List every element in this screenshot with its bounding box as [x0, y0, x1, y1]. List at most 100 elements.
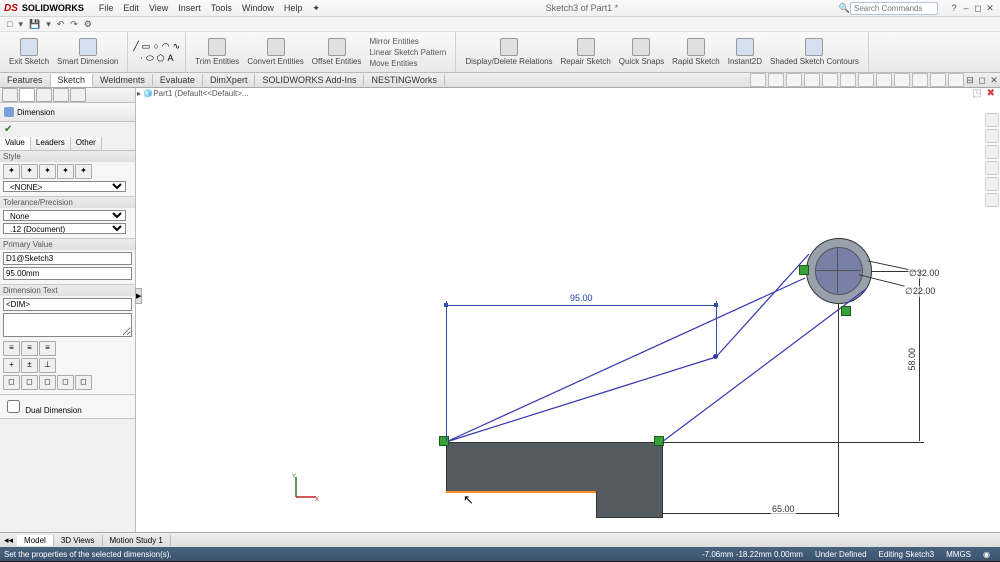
feature-tree-tab[interactable] — [2, 88, 18, 102]
line-tool[interactable]: ╱ — [133, 41, 138, 52]
display-relations-button[interactable]: Display/Delete Relations — [465, 38, 552, 66]
style-btn4[interactable]: ✦ — [57, 164, 74, 179]
style-btn2[interactable]: ✦ — [21, 164, 38, 179]
move-entities-button[interactable]: Move Entities — [369, 59, 446, 68]
vp-conf-icon[interactable]: ◳ — [972, 88, 981, 99]
relation-coincident-4[interactable] — [654, 436, 664, 446]
qa-open[interactable]: ▾ — [18, 19, 23, 30]
tab-evaluate[interactable]: Evaluate — [153, 74, 203, 86]
tp-library[interactable] — [985, 129, 999, 143]
config-tab[interactable] — [36, 88, 52, 102]
vt-fit[interactable] — [768, 73, 784, 87]
tol-precision-select[interactable]: .12 (Document) — [3, 223, 126, 234]
jc[interactable]: ≡ — [21, 341, 38, 356]
shaded-contours-button[interactable]: Shaded Sketch Contours — [770, 38, 859, 66]
repair-sketch-button[interactable]: Repair Sketch — [561, 38, 611, 66]
vt-more2[interactable] — [948, 73, 964, 87]
menu-view[interactable]: View — [149, 3, 168, 13]
vt-setting[interactable] — [912, 73, 928, 87]
relation-coincident-3[interactable] — [439, 436, 449, 446]
vt-more1[interactable] — [930, 73, 946, 87]
tp-props[interactable] — [985, 193, 999, 207]
close-icon[interactable]: ✕ — [985, 3, 995, 14]
dimension-name-input[interactable] — [3, 252, 132, 265]
trim-entities-button[interactable]: Trim Entities — [195, 38, 239, 66]
dual-dimension-check[interactable]: Dual Dimension — [3, 406, 82, 415]
vt-view[interactable] — [822, 73, 838, 87]
rapid-sketch-button[interactable]: Rapid Sketch — [672, 38, 720, 66]
t6[interactable]: ◻ — [39, 375, 56, 390]
tab-addins[interactable]: SOLIDWORKS Add-Ins — [255, 74, 364, 86]
dim-dia32-text[interactable]: ∅32.00 — [908, 268, 940, 279]
tab-features[interactable]: Features — [0, 74, 51, 86]
convert-entities-button[interactable]: Convert Entities — [247, 38, 303, 66]
dim-95-text[interactable]: 95.00 — [569, 293, 594, 303]
point-tool[interactable]: ⋅ — [140, 53, 143, 64]
style-select[interactable]: <NONE> — [3, 181, 126, 192]
t5[interactable]: ◻ — [21, 375, 38, 390]
panel-expand-icon[interactable]: ▶ — [135, 288, 142, 304]
t8[interactable]: ◻ — [75, 375, 92, 390]
qa-print[interactable]: ▾ — [46, 19, 51, 30]
dim-58-text[interactable]: 58.00 — [906, 348, 918, 371]
slot-tool[interactable]: ⬭ — [146, 53, 154, 64]
qa-opts[interactable]: ⚙ — [84, 19, 92, 30]
panel-restore-icon[interactable]: ◻ — [977, 75, 987, 86]
mirror-entities-button[interactable]: Mirror Entities — [369, 37, 446, 46]
arc-tool[interactable]: ◠ — [162, 41, 170, 52]
vt-apply[interactable] — [894, 73, 910, 87]
panel-close-icon[interactable]: ✕ — [989, 75, 999, 86]
menu-file[interactable]: File — [99, 3, 114, 13]
t1[interactable]: + — [3, 358, 20, 373]
t7[interactable]: ◻ — [57, 375, 74, 390]
tp-explorer[interactable] — [985, 145, 999, 159]
relation-coincident-1[interactable] — [799, 265, 809, 275]
offset-entities-button[interactable]: Offset Entities — [312, 38, 362, 66]
property-tab[interactable] — [19, 88, 35, 102]
tp-palette[interactable] — [985, 161, 999, 175]
instant2d-button[interactable]: Instant2D — [728, 38, 762, 66]
jr[interactable]: ≡ — [39, 341, 56, 356]
status-extra[interactable]: ◉ — [983, 550, 990, 559]
menu-help[interactable]: Help — [284, 3, 303, 13]
menu-window[interactable]: Window — [242, 3, 274, 13]
vt-prev[interactable] — [786, 73, 802, 87]
qa-new[interactable]: □ — [7, 19, 12, 29]
tab-nav-left[interactable]: ◂◂ — [0, 535, 17, 546]
minimize-icon[interactable]: – — [961, 3, 971, 13]
vt-hide[interactable] — [858, 73, 874, 87]
dimension-value-input[interactable] — [3, 267, 132, 280]
qa-undo[interactable]: ↶ — [57, 19, 65, 30]
tab-model[interactable]: Model — [17, 535, 54, 546]
menu-edit[interactable]: Edit — [123, 3, 139, 13]
display-tab[interactable] — [70, 88, 86, 102]
style-btn3[interactable]: ✦ — [39, 164, 56, 179]
vp-close-sketch-icon[interactable]: ✖ — [987, 88, 995, 99]
restore-icon[interactable]: ◻ — [973, 3, 983, 14]
tab-motion[interactable]: Motion Study 1 — [103, 535, 171, 546]
relation-coincident-2[interactable] — [841, 306, 851, 316]
t2[interactable]: ± — [21, 358, 38, 373]
tab-3dviews[interactable]: 3D Views — [54, 535, 103, 546]
help-icon[interactable]: ? — [949, 3, 959, 13]
tab-nesting[interactable]: NESTINGWorks — [364, 74, 444, 86]
vt-display[interactable] — [840, 73, 856, 87]
tab-dimxpert[interactable]: DimXpert — [203, 74, 256, 86]
search-input[interactable] — [850, 2, 938, 15]
status-units[interactable]: MMGS — [946, 550, 971, 559]
menu-star[interactable]: ✦ — [312, 3, 320, 14]
spline-tool[interactable]: ∿ — [173, 41, 181, 52]
tab-sketch[interactable]: Sketch — [51, 74, 94, 87]
menu-insert[interactable]: Insert — [178, 3, 201, 13]
style-btn5[interactable]: ✦ — [75, 164, 92, 179]
tol-type-select[interactable]: None — [3, 210, 126, 221]
quick-snaps-button[interactable]: Quick Snaps — [619, 38, 664, 66]
dim-text-area[interactable] — [3, 313, 132, 337]
panel-collapse-icon[interactable]: ⊟ — [965, 75, 975, 86]
tp-appear[interactable] — [985, 177, 999, 191]
rect-tool[interactable]: ▭ — [142, 41, 151, 52]
vt-zoom[interactable] — [750, 73, 766, 87]
t4[interactable]: ◻ — [3, 375, 20, 390]
qa-save[interactable]: 💾 — [29, 19, 40, 30]
ok-button[interactable]: ✔ — [4, 124, 131, 135]
